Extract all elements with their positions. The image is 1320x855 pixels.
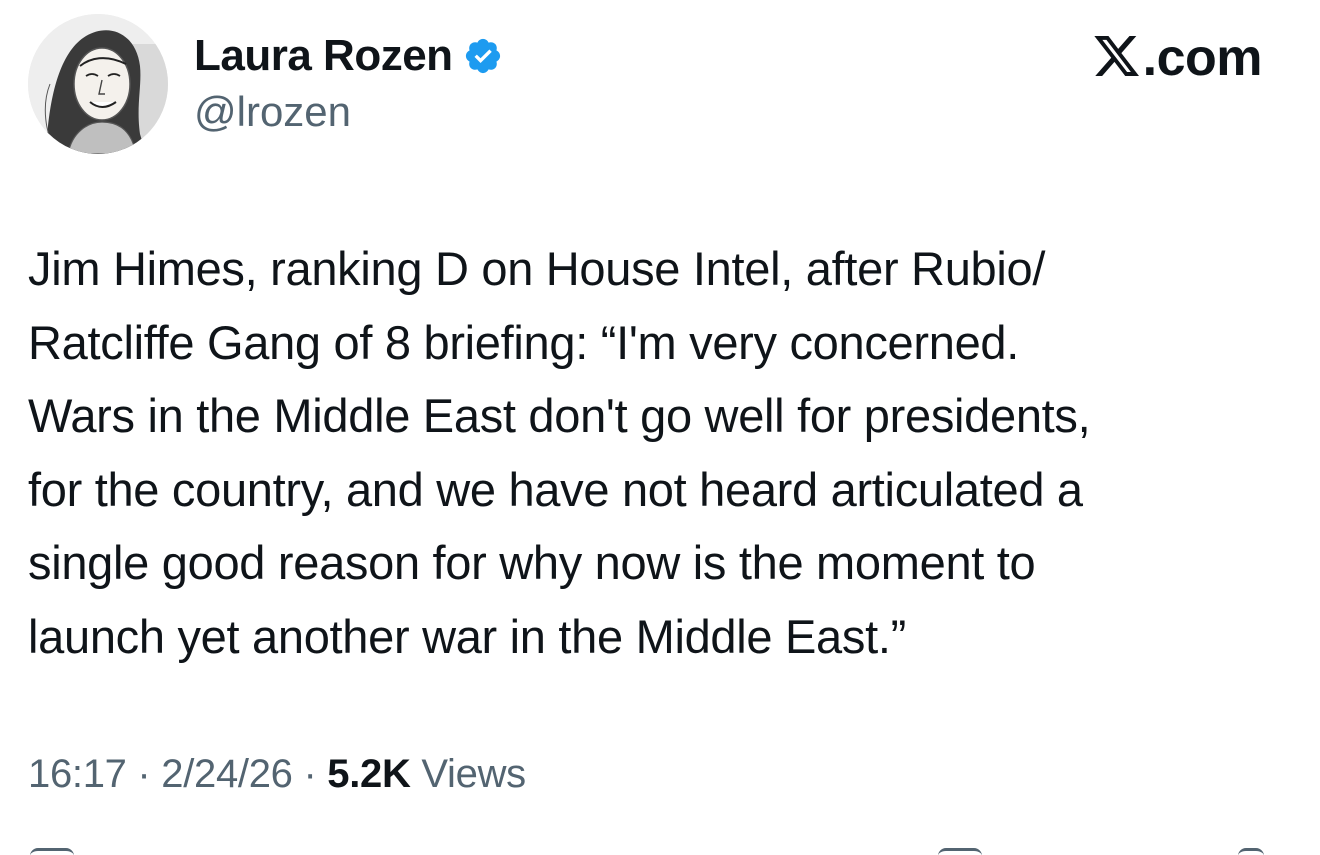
brand-domain-text: .com [1142,29,1263,87]
reply-icon[interactable] [30,848,74,855]
tweet-date[interactable]: 2/24/26 [161,752,293,796]
avatar-sketch-image [28,14,168,154]
tweet-text-line: Jim Himes, ranking D on House Intel, aft… [28,242,1046,295]
tweet-time[interactable]: 16:17 [28,752,127,796]
x-logo-icon [1093,32,1141,78]
views-label: Views [410,752,526,796]
avatar[interactable] [28,14,168,154]
meta-separator: · [126,752,162,796]
bookmark-icon[interactable] [938,848,982,855]
author-display-name[interactable]: Laura Rozen [194,31,453,81]
author-handle[interactable]: @lrozen [194,88,351,136]
share-icon[interactable] [1238,848,1264,855]
verified-badge-icon [463,36,503,76]
tweet-text-line: launch yet another war in the Middle Eas… [28,609,906,663]
tweet-text-line: single good reason for why now is the mo… [28,536,1036,589]
tweet-card: Laura Rozen @lrozen .com Jim Himes, rank… [0,0,1320,855]
meta-separator: · [292,752,328,796]
tweet-text-line: Ratcliffe Gang of 8 briefing: “I'm very … [28,315,1020,369]
tweet-text-line: Wars in the Middle East don't go well fo… [28,389,1091,442]
author-name-row: Laura Rozen [194,30,503,82]
tweet-meta: 16:17 · 2/24/26 · 5.2K Views [28,752,526,797]
views-count: 5.2K [327,752,411,796]
tweet-text-line: for the country, and we have not heard a… [28,462,1083,516]
tweet-body: Jim Himes, ranking D on House Intel, aft… [28,232,1298,673]
x-brand-watermark: .com [1093,28,1263,88]
